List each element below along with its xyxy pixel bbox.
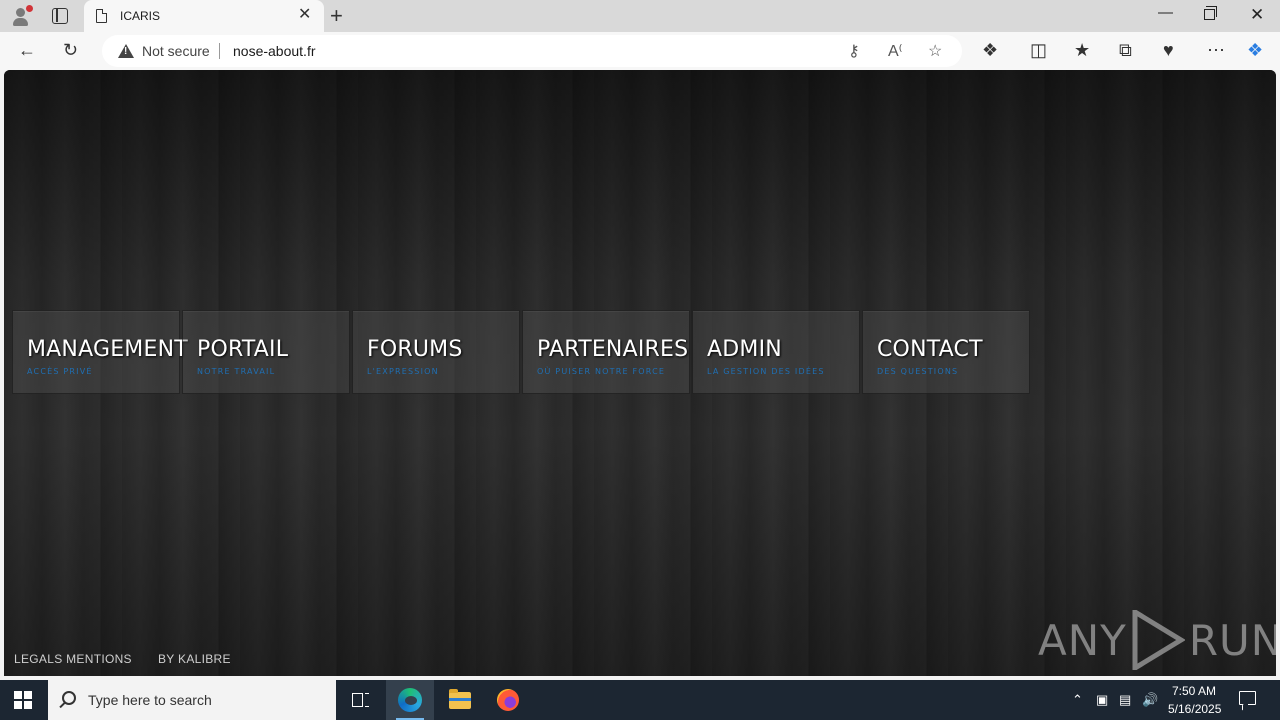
web-page: MANAGEMENT ACCÈS PRIVÉ PORTAIL NOTRE TRA… (4, 70, 1276, 676)
taskbar: Type here to search ⌃ ▣ ▤ 🔊 7:50 AM 5/16… (0, 680, 1280, 720)
window-close-icon[interactable]: ✕ (1250, 5, 1264, 25)
favorites-icon[interactable]: ★ (1074, 40, 1090, 60)
page-icon (96, 9, 107, 23)
minimize-icon[interactable]: — (1158, 4, 1173, 21)
nav-subtitle: L'EXPRESSION (367, 367, 439, 376)
volume-icon[interactable]: 🔊 (1142, 692, 1158, 708)
extensions-icon[interactable]: ❖ (982, 40, 998, 60)
nav-title: FORUMS (367, 337, 463, 362)
tab-actions-icon[interactable] (52, 8, 68, 24)
watermark-right: RUN (1188, 615, 1276, 665)
refresh-icon[interactable]: ↻ (63, 40, 78, 60)
nav-subtitle: OÙ PUISER NOTRE FORCE (537, 367, 666, 376)
nav-title: CONTACT (877, 337, 983, 362)
taskbar-search[interactable]: Type here to search (48, 680, 336, 720)
security-label[interactable]: Not secure (142, 43, 210, 59)
key-icon[interactable]: ⚷ (848, 41, 860, 61)
nav-subtitle: DES QUESTIONS (877, 367, 959, 376)
firefox-icon[interactable] (484, 680, 532, 720)
back-icon[interactable]: ← (18, 40, 36, 60)
nav-management[interactable]: MANAGEMENT ACCÈS PRIVÉ (12, 310, 188, 394)
warning-icon[interactable] (118, 44, 134, 58)
divider (219, 43, 220, 59)
tab-title: ICARIS (120, 9, 161, 23)
network-icon[interactable]: ▤ (1119, 692, 1131, 708)
nav-title: PARTENAIRES (537, 337, 689, 362)
file-explorer-icon[interactable] (436, 680, 484, 720)
edge-icon[interactable] (386, 680, 434, 720)
nav-forums[interactable]: FORUMS L'EXPRESSION (352, 310, 520, 394)
legal-mentions-link[interactable]: LEGALS MENTIONS (14, 652, 132, 666)
tab-strip: ICARIS ✕ + — ✕ (0, 0, 1280, 32)
close-tab-icon[interactable]: ✕ (298, 6, 311, 24)
address-bar[interactable]: Not secure nose-about.fr ⚷ A⁽ ☆ (102, 35, 962, 67)
meet-now-icon[interactable]: ▣ (1096, 692, 1108, 708)
nav-admin[interactable]: ADMIN LA GESTION DES IDÉES (692, 310, 860, 394)
watermark-left: ANY (1038, 615, 1127, 665)
windows-start-icon[interactable] (14, 691, 32, 709)
nav-subtitle: LA GESTION DES IDÉES (707, 367, 825, 376)
browser-toolbar: ← ↻ Not secure nose-about.fr ⚷ A⁽ ☆ ❖ ◫ … (0, 32, 1280, 70)
url-text[interactable]: nose-about.fr (233, 43, 316, 59)
split-screen-icon[interactable]: ◫ (1030, 40, 1047, 60)
tab-icaris[interactable]: ICARIS ✕ (84, 0, 324, 32)
search-placeholder: Type here to search (88, 692, 212, 708)
copilot-icon[interactable]: ❖ (1247, 40, 1263, 60)
nav-contact[interactable]: CONTACT DES QUESTIONS (862, 310, 1030, 394)
browser-essentials-icon[interactable]: ♥ (1163, 40, 1174, 60)
nav-title: MANAGEMENT (27, 337, 188, 362)
nav-title: PORTAIL (197, 337, 289, 362)
collections-icon[interactable]: ⧉ (1119, 40, 1132, 60)
profile-icon[interactable] (10, 5, 33, 27)
nav-subtitle: ACCÈS PRIVÉ (27, 367, 93, 376)
play-icon (1132, 610, 1185, 670)
anyrun-watermark: ANY RUN (1038, 608, 1276, 672)
restore-icon[interactable] (1204, 6, 1217, 20)
settings-more-icon[interactable]: ⋯ (1207, 40, 1225, 60)
task-view-icon[interactable] (336, 680, 384, 720)
search-icon (62, 691, 76, 705)
notification-icon[interactable] (1239, 691, 1256, 705)
credit-link[interactable]: BY KALIBRE (158, 652, 231, 666)
chevron-up-icon[interactable]: ⌃ (1072, 692, 1083, 708)
clock-time[interactable]: 7:50 AM (1172, 684, 1216, 698)
nav-portail[interactable]: PORTAIL NOTRE TRAVAIL (182, 310, 350, 394)
new-tab-button[interactable]: + (330, 3, 343, 29)
read-aloud-icon[interactable]: A⁽ (888, 41, 903, 61)
nav-subtitle: NOTRE TRAVAIL (197, 367, 276, 376)
nav-title: ADMIN (707, 337, 782, 362)
favorite-star-icon[interactable]: ☆ (928, 41, 942, 61)
main-nav: MANAGEMENT ACCÈS PRIVÉ PORTAIL NOTRE TRA… (12, 310, 1030, 394)
nav-partenaires[interactable]: PARTENAIRES OÙ PUISER NOTRE FORCE (522, 310, 690, 394)
clock-date[interactable]: 5/16/2025 (1168, 702, 1221, 716)
